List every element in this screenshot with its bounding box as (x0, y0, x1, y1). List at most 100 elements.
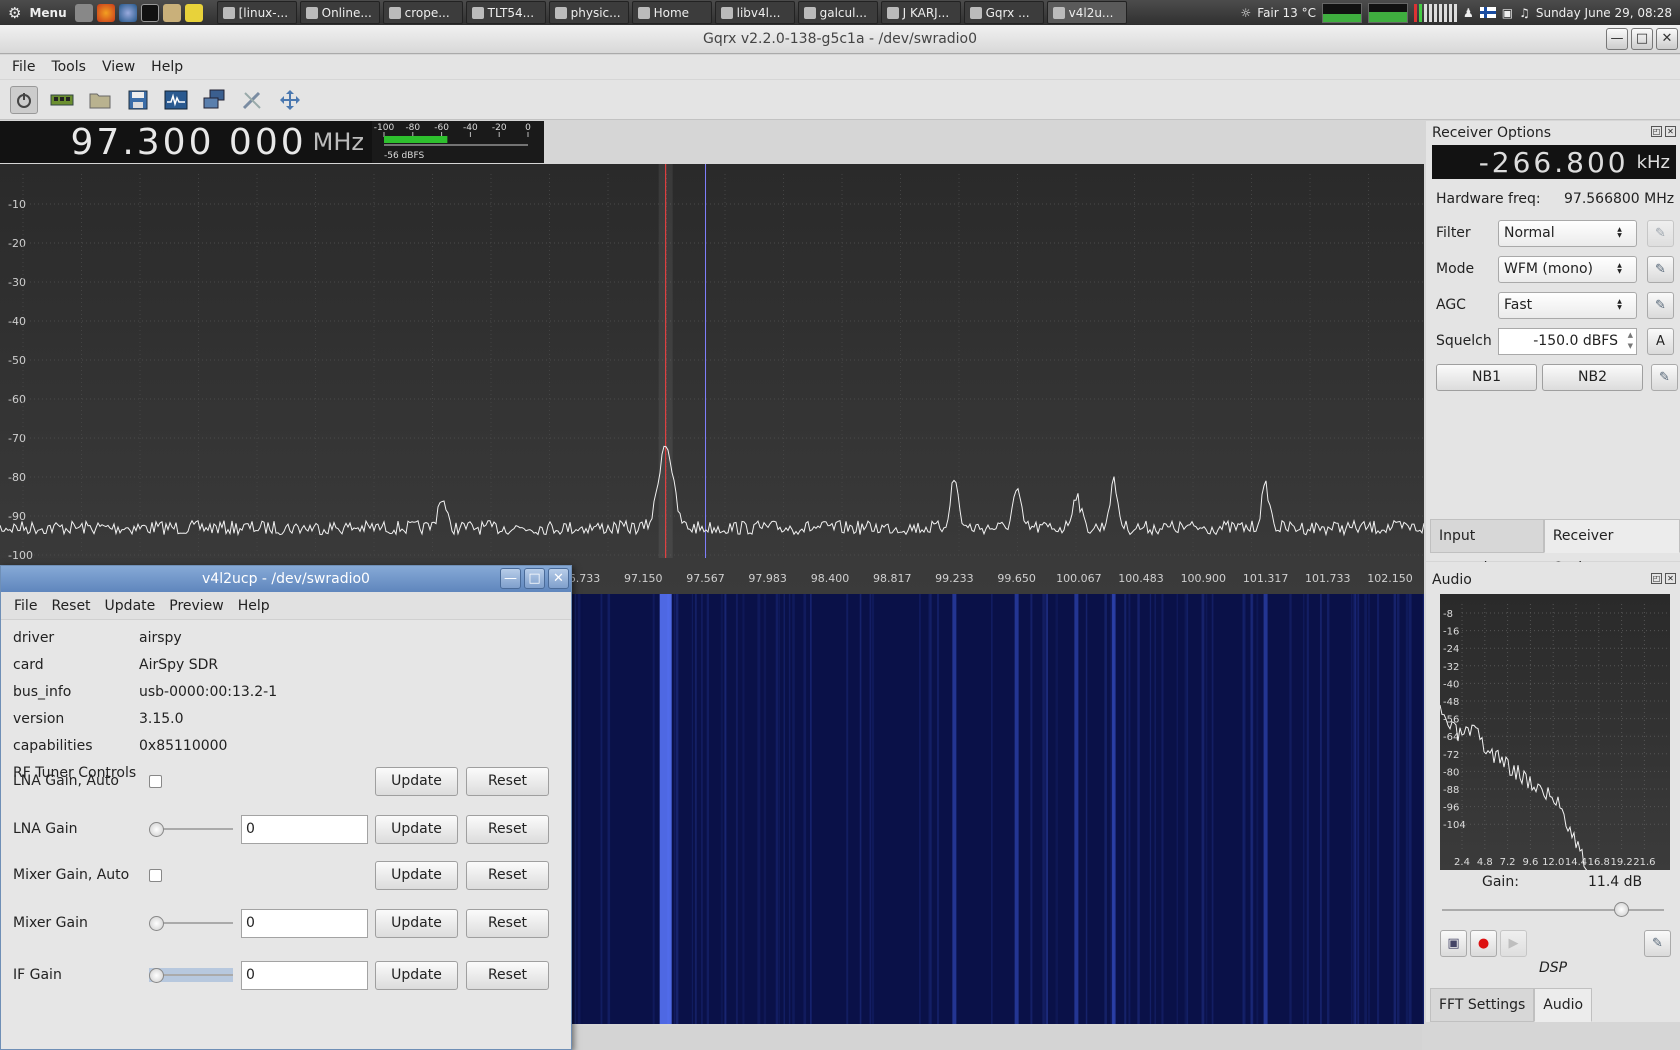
network-button[interactable] (200, 86, 228, 114)
taskbar-task[interactable]: physic... (548, 1, 629, 24)
gain-value-field[interactable]: 0 (241, 908, 368, 938)
squelch-auto-button[interactable]: A (1647, 327, 1674, 355)
gqrx-menu-help[interactable]: Help (143, 59, 191, 75)
power-button[interactable] (10, 85, 38, 114)
audio-fft-plot[interactable]: -8 -16 -24 -32 -40 -48 -56 -64 -72 -80 -88 -96 -104 2… (1439, 594, 1670, 929)
taskbar-task[interactable]: [linux-... (216, 1, 297, 24)
nb-options-button[interactable]: ✎ (1651, 363, 1678, 391)
user-icon[interactable]: ♟ (1463, 6, 1474, 20)
offset-value[interactable]: -266.800 (1479, 146, 1629, 179)
agc-options-button[interactable]: ✎ (1647, 291, 1674, 319)
camera-icon[interactable] (74, 3, 93, 22)
notes-icon[interactable] (184, 3, 203, 22)
taskbar-task[interactable]: crope... (382, 1, 463, 24)
v4l-close-button[interactable]: ✕ (548, 568, 569, 589)
save-button[interactable] (124, 86, 152, 114)
squelch-spinbox[interactable]: -150.0 dBFS ▲ ▼ (1498, 327, 1637, 355)
reset-button[interactable]: Reset (466, 766, 549, 796)
audio-y-tick: -8 (1443, 609, 1453, 620)
audio-gain-knob[interactable] (1613, 902, 1629, 917)
tab-audio[interactable]: Audio (1534, 988, 1593, 1022)
open-button[interactable] (86, 86, 114, 114)
update-button[interactable]: Update (375, 908, 458, 938)
slider-knob[interactable] (149, 968, 164, 983)
gain-slider[interactable] (149, 916, 233, 931)
dock-close-button[interactable]: ✕ (1665, 573, 1676, 584)
gain-value-field[interactable]: 0 (241, 960, 368, 990)
reset-button[interactable]: Reset (466, 860, 549, 890)
udp-stream-button[interactable]: ▣ (1440, 930, 1467, 957)
terminal-icon[interactable] (140, 3, 159, 22)
taskbar-task[interactable]: J KARJ... (880, 1, 961, 24)
tab-receiver-options[interactable]: Receiver Options (1543, 519, 1680, 576)
close-button[interactable]: ✕ (1656, 28, 1678, 50)
flag-icon[interactable] (1479, 7, 1496, 18)
v4l-menu-file[interactable]: File (7, 598, 44, 614)
mode-select[interactable]: WFM (mono) (1498, 255, 1637, 283)
slider-knob[interactable] (149, 822, 164, 837)
v4l-menu-preview[interactable]: Preview (162, 598, 231, 614)
mode-options-button[interactable]: ✎ (1647, 255, 1674, 283)
record-button[interactable]: ● (1470, 930, 1497, 957)
audio-gain-slider[interactable] (1442, 902, 1664, 918)
taskbar-task[interactable]: Home (631, 1, 712, 24)
v4l-menu-update[interactable]: Update (98, 598, 163, 614)
taskbar-task[interactable]: libv4l... (714, 1, 795, 24)
fullscreen-button[interactable] (276, 86, 304, 114)
v4l-minimize-button[interactable]: — (500, 568, 521, 589)
gqrx-menu-file[interactable]: File (4, 59, 43, 75)
taskbar-task[interactable]: v4l2u... (1046, 1, 1127, 24)
filter-select[interactable]: Normal (1498, 219, 1637, 247)
reset-button[interactable]: Reset (466, 814, 549, 844)
tab-fft-settings[interactable]: FFT Settings (1430, 988, 1535, 1022)
audio-options-button[interactable]: ✎ (1644, 930, 1671, 957)
frequency-display[interactable]: 97.300 000 MHz (0, 121, 372, 163)
taskbar-task[interactable]: Gqrx ... (963, 1, 1044, 24)
update-button[interactable]: Update (375, 960, 458, 990)
network-tray-icon[interactable]: ▣ (1502, 6, 1513, 20)
agc-select[interactable]: Fast (1498, 291, 1637, 319)
update-button[interactable]: Update (375, 860, 458, 890)
fft-display-button[interactable] (162, 86, 190, 114)
gain-value-field[interactable]: 0 (241, 814, 368, 844)
firefox-icon[interactable] (96, 3, 115, 22)
float-button[interactable]: ◰ (1651, 126, 1662, 137)
v4l-menu-help[interactable]: Help (231, 598, 277, 614)
float-button[interactable]: ◰ (1651, 573, 1662, 584)
clock[interactable]: Sunday June 29, 08:28 (1536, 6, 1672, 20)
v4l-menu-reset[interactable]: Reset (44, 598, 97, 614)
minimize-button[interactable]: — (1606, 28, 1628, 50)
play-button[interactable]: ▶ (1500, 930, 1527, 957)
filter-options-button[interactable]: ✎ (1647, 219, 1674, 247)
update-button[interactable]: Update (375, 814, 458, 844)
gain-slider[interactable] (149, 822, 233, 837)
tab-input-controls[interactable]: Input controls (1430, 519, 1544, 576)
browser-icon[interactable] (118, 3, 137, 22)
start-menu-button[interactable]: ⚙ Menu (0, 0, 75, 25)
volume-icon[interactable]: ♫ (1519, 6, 1530, 20)
update-button[interactable]: Update (375, 766, 458, 796)
v4l-maximize-button[interactable]: □ (524, 568, 545, 589)
auto-checkbox[interactable] (149, 774, 162, 788)
reset-button[interactable]: Reset (466, 960, 549, 990)
slider-knob[interactable] (149, 916, 164, 931)
gqrx-menu-view[interactable]: View (94, 59, 143, 75)
taskbar-task[interactable]: Online... (299, 1, 380, 24)
nb1-button[interactable]: NB1 (1436, 363, 1537, 391)
nb2-button[interactable]: NB2 (1542, 363, 1643, 391)
gqrx-menu-tools[interactable]: Tools (43, 59, 94, 75)
file-manager-icon[interactable] (162, 3, 181, 22)
taskbar-task[interactable]: galcul... (797, 1, 878, 24)
auto-checkbox[interactable] (149, 868, 162, 882)
spectrum-plot[interactable]: -10 -20 -30 -40 -50 -60 -70 -80 -90 -100 96.733 97.… (0, 164, 1603, 594)
maximize-button[interactable]: □ (1631, 28, 1653, 50)
frequency-value[interactable]: 97.300 000 (71, 122, 307, 163)
gain-slider[interactable] (149, 968, 233, 983)
taskbar-task[interactable]: TLT54... (465, 1, 546, 24)
spectrum-graph[interactable]: -10-20-30-40-50-60-70-80-90-10096.733 97.… (0, 164, 1603, 594)
device-button[interactable] (48, 86, 76, 114)
tools-button[interactable] (238, 86, 266, 114)
offset-frequency-display[interactable]: -266.800 kHz (1432, 145, 1676, 179)
reset-button[interactable]: Reset (466, 908, 549, 938)
dock-close-button[interactable]: ✕ (1665, 126, 1676, 137)
